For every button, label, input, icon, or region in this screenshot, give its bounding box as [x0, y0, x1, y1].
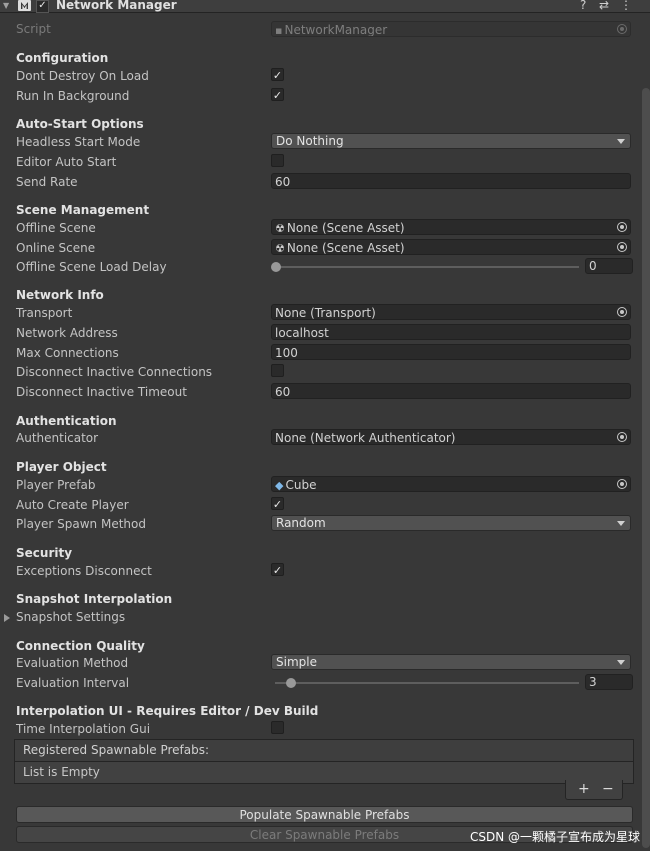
- disconnect-inactive-label: Disconnect Inactive Connections: [16, 365, 213, 379]
- object-picker-icon: [617, 24, 627, 34]
- dropdown-arrow-icon: [617, 521, 625, 526]
- offline-scene-label: Offline Scene: [16, 221, 96, 235]
- presets-icon[interactable]: ⇄: [599, 0, 609, 12]
- dont-destroy-label: Dont Destroy On Load: [16, 69, 149, 83]
- evaluation-interval-slider-thumb[interactable]: [286, 678, 296, 688]
- authenticator-value: None (Network Authenticator): [275, 431, 456, 445]
- max-connections-input[interactable]: 100: [271, 344, 631, 360]
- transport-value: None (Transport): [275, 306, 376, 320]
- auto-create-player-checkbox[interactable]: ✓: [271, 497, 284, 511]
- authentication-header: Authentication: [16, 414, 117, 428]
- offline-scene-field[interactable]: ☢ None (Scene Asset): [271, 219, 631, 235]
- transport-label: Transport: [16, 306, 73, 320]
- max-connections-label: Max Connections: [16, 346, 119, 360]
- network-address-input[interactable]: localhost: [271, 324, 631, 340]
- object-picker-icon[interactable]: [617, 307, 627, 317]
- time-interpolation-gui-checkbox[interactable]: [271, 721, 284, 734]
- foldout-arrow-icon[interactable]: [4, 614, 10, 622]
- player-prefab-label: Player Prefab: [16, 478, 96, 492]
- offline-delay-input[interactable]: 0: [585, 258, 633, 274]
- spawn-method-value: Random: [276, 516, 326, 530]
- list-header: Registered Spawnable Prefabs:: [15, 740, 633, 762]
- add-item-icon[interactable]: +: [578, 781, 590, 797]
- network-info-header: Network Info: [16, 288, 104, 302]
- script-label: Script: [16, 22, 51, 36]
- scene-asset-icon: ☢: [275, 222, 285, 235]
- configuration-header: Configuration: [16, 51, 109, 65]
- object-picker-icon[interactable]: [617, 432, 627, 442]
- evaluation-interval-input[interactable]: 3: [585, 674, 633, 690]
- transport-field[interactable]: None (Transport): [271, 304, 631, 320]
- offline-delay-slider-thumb[interactable]: [271, 262, 281, 272]
- mirror-logo-icon: [18, 0, 31, 11]
- authenticator-field[interactable]: None (Network Authenticator): [271, 429, 631, 445]
- object-picker-icon[interactable]: [617, 222, 627, 232]
- authenticator-label: Authenticator: [16, 431, 99, 445]
- run-in-background-label: Run In Background: [16, 89, 130, 103]
- spawn-method-dropdown[interactable]: Random: [271, 515, 631, 531]
- evaluation-method-dropdown[interactable]: Simple: [271, 654, 631, 670]
- evaluation-method-label: Evaluation Method: [16, 656, 129, 670]
- scene-management-header: Scene Management: [16, 203, 150, 217]
- evaluation-interval-slider-track[interactable]: [275, 682, 579, 684]
- auto-start-header: Auto-Start Options: [16, 117, 144, 131]
- player-object-header: Player Object: [16, 460, 107, 474]
- component-enabled-checkbox[interactable]: ✓: [36, 0, 49, 13]
- player-prefab-value: Cube: [285, 478, 317, 492]
- network-address-label: Network Address: [16, 326, 118, 340]
- exceptions-disconnect-label: Exceptions Disconnect: [16, 564, 152, 578]
- script-value: NetworkManager: [284, 23, 388, 37]
- spawnable-prefabs-list: Registered Spawnable Prefabs: List is Em…: [14, 739, 634, 784]
- object-picker-icon[interactable]: [617, 479, 627, 489]
- list-empty-message: List is Empty: [15, 762, 633, 783]
- online-scene-label: Online Scene: [16, 241, 96, 255]
- auto-create-player-label: Auto Create Player: [16, 498, 129, 512]
- prefab-cube-icon: ◆: [275, 479, 284, 492]
- headless-start-value: Do Nothing: [276, 134, 344, 148]
- send-rate-label: Send Rate: [16, 175, 78, 189]
- connection-quality-header: Connection Quality: [16, 639, 145, 653]
- time-interpolation-gui-label: Time Interpolation Gui: [16, 722, 151, 736]
- player-prefab-field[interactable]: ◆ Cube: [271, 476, 631, 492]
- offline-delay-slider-track[interactable]: [275, 266, 579, 268]
- offline-delay-label: Offline Scene Load Delay: [16, 260, 167, 274]
- offline-scene-value: None (Scene Asset): [286, 221, 405, 235]
- editor-auto-start-checkbox[interactable]: [271, 154, 284, 167]
- dropdown-arrow-icon: [617, 139, 625, 144]
- foldout-triangle-icon[interactable]: ▼: [3, 0, 9, 12]
- object-picker-icon[interactable]: [617, 242, 627, 252]
- watermark-text: CSDN @一颗橘子宣布成为星球: [470, 830, 641, 844]
- snapshot-interpolation-header: Snapshot Interpolation: [16, 592, 173, 606]
- remove-item-icon[interactable]: −: [602, 781, 614, 797]
- spawn-method-label: Player Spawn Method: [16, 517, 146, 531]
- list-footer: + −: [565, 780, 623, 800]
- send-rate-input[interactable]: 60: [271, 173, 631, 189]
- snapshot-settings-foldout[interactable]: Snapshot Settings: [16, 609, 125, 625]
- component-title: Network Manager: [56, 0, 177, 12]
- disconnect-timeout-input[interactable]: 60: [271, 383, 631, 399]
- scene-asset-icon: ☢: [275, 242, 285, 255]
- online-scene-value: None (Scene Asset): [286, 241, 405, 255]
- security-header: Security: [16, 546, 73, 560]
- headless-start-label: Headless Start Mode: [16, 135, 141, 149]
- editor-auto-start-label: Editor Auto Start: [16, 155, 117, 169]
- help-icon[interactable]: ?: [580, 0, 586, 12]
- script-field: ▪ NetworkManager: [271, 21, 631, 37]
- script-file-icon: ▪: [275, 24, 283, 37]
- context-menu-icon[interactable]: ⋮: [620, 0, 632, 12]
- interpolation-ui-header: Interpolation UI - Requires Editor / Dev…: [16, 704, 319, 718]
- dont-destroy-checkbox[interactable]: ✓: [271, 68, 284, 82]
- scrollbar[interactable]: [642, 88, 650, 848]
- evaluation-interval-label: Evaluation Interval: [16, 676, 130, 690]
- online-scene-field[interactable]: ☢ None (Scene Asset): [271, 239, 631, 255]
- evaluation-method-value: Simple: [276, 655, 317, 669]
- exceptions-disconnect-checkbox[interactable]: ✓: [271, 563, 284, 577]
- headless-start-dropdown[interactable]: Do Nothing: [271, 133, 631, 149]
- disconnect-timeout-label: Disconnect Inactive Timeout: [16, 385, 187, 399]
- component-header: ▼ ✓ Network Manager ? ⇄ ⋮: [0, 0, 650, 13]
- dropdown-arrow-icon: [617, 660, 625, 665]
- populate-spawnable-prefabs-button[interactable]: Populate Spawnable Prefabs: [16, 806, 633, 823]
- run-in-background-checkbox[interactable]: ✓: [271, 88, 284, 102]
- disconnect-inactive-checkbox[interactable]: [271, 364, 284, 377]
